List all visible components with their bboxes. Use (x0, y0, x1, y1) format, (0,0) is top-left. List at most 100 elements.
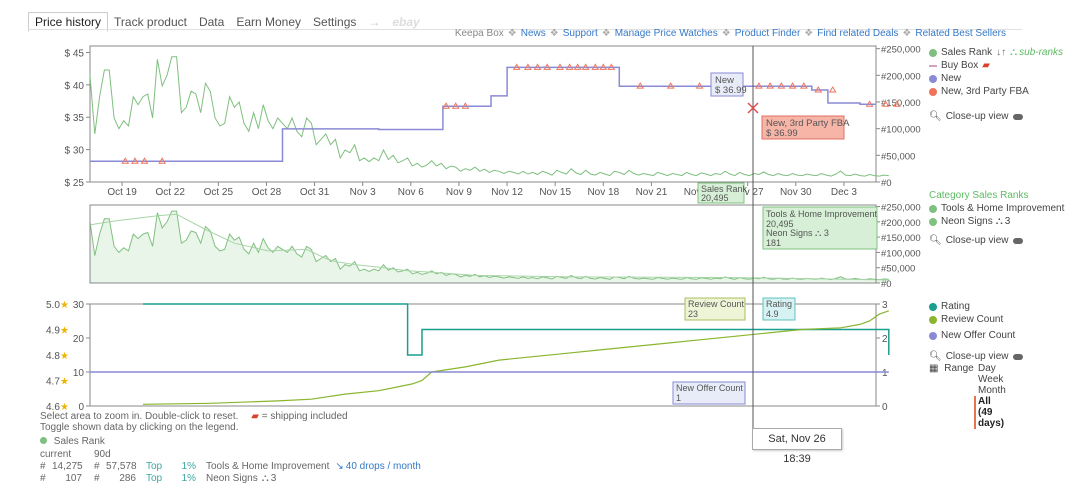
range-week[interactable]: Week (978, 374, 1006, 385)
legend-rating-label: Rating (941, 301, 970, 312)
toggle-icon (1012, 237, 1023, 244)
y-tick-label: $ 35 (65, 113, 85, 124)
legend-neon-signs-label: Neon Signs (941, 216, 993, 227)
closeup-toggle-rating[interactable]: 🔍︎ Close-up view (929, 350, 1023, 363)
toggle-icon (1012, 113, 1023, 120)
plot-border (89, 303, 877, 407)
sales-rank-swatch (40, 437, 47, 444)
sales-rank-stats: current 90d # 14,275 # 57,578 Top 1% Too… (40, 449, 421, 485)
legend-tools-home[interactable]: Tools & Home Improvement (929, 202, 1064, 215)
review-count-swatch (929, 315, 937, 324)
star-icon: ★ (60, 326, 69, 337)
category-tooltip-title: Tools & Home Improvement (766, 209, 878, 219)
shipping-truck-icon: ▰ (251, 411, 259, 422)
star-icon: ★ (60, 300, 69, 311)
rating-tick-label: 4.8 (46, 351, 60, 362)
range-label: Range (944, 363, 974, 374)
top-pct: 1% (181, 473, 196, 484)
zoom-hint: Select area to zoom in. Double-click to … (40, 411, 239, 422)
top-pct: 1% (181, 461, 196, 472)
sales-rank-tooltip-value: 20,495 (701, 193, 729, 203)
rating-swatch (929, 302, 937, 311)
closeup-toggle-category[interactable]: 🔍︎ Close-up view (929, 234, 1064, 247)
new-swatch (929, 74, 937, 83)
x-tick-label: Nov 6 (398, 187, 425, 198)
y-right-tick-label: #250,000 (881, 45, 921, 56)
x-tick-label: Dec 3 (831, 187, 858, 198)
x-tick-label: Nov 3 (350, 187, 377, 198)
y-tick-label: 30 (73, 300, 85, 311)
range-month[interactable]: Month (978, 385, 1006, 396)
legend-neon-signs[interactable]: Neon Signs ⛬ 3 (929, 215, 1064, 228)
legend-review-count-label: Review Count (941, 314, 1004, 325)
neon-tooltip-value: 181 (766, 238, 781, 248)
legend-tools-home-label: Tools & Home Improvement (941, 203, 1065, 214)
closeup-toggle-price[interactable]: 🔍︎ Close-up view (929, 110, 1063, 123)
y-tick-label: $ 30 (65, 146, 85, 157)
x-tick-label: Nov 21 (636, 187, 668, 198)
y-right-tick-label: 1 (882, 368, 888, 379)
y-tick-label: $ 25 (65, 178, 85, 189)
legend-3rd-fba[interactable]: New, 3rd Party FBA (929, 85, 1063, 98)
new-tooltip-value: $ 36.99 (715, 85, 747, 96)
sales-rank-swatch (929, 48, 937, 57)
legend-new-label: New (941, 73, 962, 84)
x-tick-label: Oct 31 (300, 187, 330, 198)
crosshair-date-tooltip: Sat, Nov 26 18:39 (752, 428, 842, 465)
range-all[interactable]: All (49 days) (974, 396, 1006, 429)
toggle-icon (1012, 353, 1023, 360)
stats-header: current 90d (40, 449, 421, 461)
current-rank: 107 (65, 473, 82, 484)
avg90-rank: 286 (119, 473, 136, 484)
offer-count-tooltip-value: 1 (676, 393, 681, 403)
search-icon: 🔍︎ (929, 235, 942, 246)
y-right-tick-label: #250,000 (881, 203, 921, 214)
review-tooltip-value: 23 (688, 309, 698, 319)
avg90-rank: 57,578 (106, 461, 137, 472)
rating-tick-label: 5.0 (46, 300, 60, 311)
rating-tooltip-value: 4.9 (766, 309, 779, 319)
tools-home-swatch (929, 204, 937, 213)
closeup-label: Close-up view (945, 235, 1009, 246)
legend-new[interactable]: New (929, 72, 1063, 85)
legend-sales-rank[interactable]: Sales Rank ↓↑ ⛬ sub-ranks (929, 46, 1063, 59)
category-name: Tools & Home Improvement (206, 461, 330, 472)
new-offer-count-swatch (929, 331, 937, 340)
y-tick-label: 20 (73, 334, 85, 345)
y-right-tick-label: 0 (882, 402, 888, 413)
fba-marker (828, 86, 837, 93)
category-name: Neon Signs (206, 473, 258, 484)
rating-tick-label: 4.7 (46, 377, 60, 388)
search-icon: 🔍︎ (929, 111, 942, 122)
y-tick-label: 10 (73, 368, 85, 379)
range-day[interactable]: Day (978, 363, 1006, 374)
third-party-fba-swatch (929, 87, 937, 96)
col-90d: 90d (94, 449, 111, 460)
fba-tooltip-value: $ 36.99 (766, 128, 798, 139)
y-tick-label: $ 45 (65, 48, 85, 59)
legend-buy-box-label: Buy Box (941, 60, 979, 71)
x-tick-label: Nov 30 (780, 187, 812, 198)
sub-ranks-link[interactable]: sub-ranks (1019, 47, 1063, 58)
legend-rating-item[interactable]: Rating (929, 300, 1023, 313)
chart-hints: Select area to zoom in. Double-click to … (40, 411, 348, 447)
star-icon: ★ (60, 351, 69, 362)
sitemap-icon: ⛬ (995, 216, 1003, 227)
y-right-tick-label: 3 (882, 300, 888, 311)
sort-icon: ↓↑ (996, 47, 1007, 58)
current-rank: 14,275 (52, 461, 83, 472)
legend-3rd-fba-label: New, 3rd Party FBA (941, 86, 1029, 97)
legend-buy-box[interactable]: Buy Box ▰ (929, 59, 1063, 72)
legend-sales-rank-label: Sales Rank (941, 47, 993, 58)
drops-per-month: 40 drops / month (345, 461, 421, 472)
y-right-tick-label: #50,000 (881, 151, 915, 162)
legend-new-offer-count[interactable]: New Offer Count (929, 329, 1023, 342)
buy-box-swatch (929, 64, 937, 67)
review-tooltip-title: Review Count (688, 299, 745, 309)
sitemap-icon: ⛬ (1010, 47, 1018, 58)
rating-panel[interactable]: 4.6 ★4.7 ★4.8 ★4.9 ★5.0 ★01020300123 (46, 300, 890, 413)
legend-review-count[interactable]: Review Count (929, 313, 1023, 326)
neon-signs-count: 3 (1004, 216, 1011, 227)
x-tick-label: Nov 12 (491, 187, 523, 198)
x-tick-label: Nov 15 (539, 187, 571, 198)
